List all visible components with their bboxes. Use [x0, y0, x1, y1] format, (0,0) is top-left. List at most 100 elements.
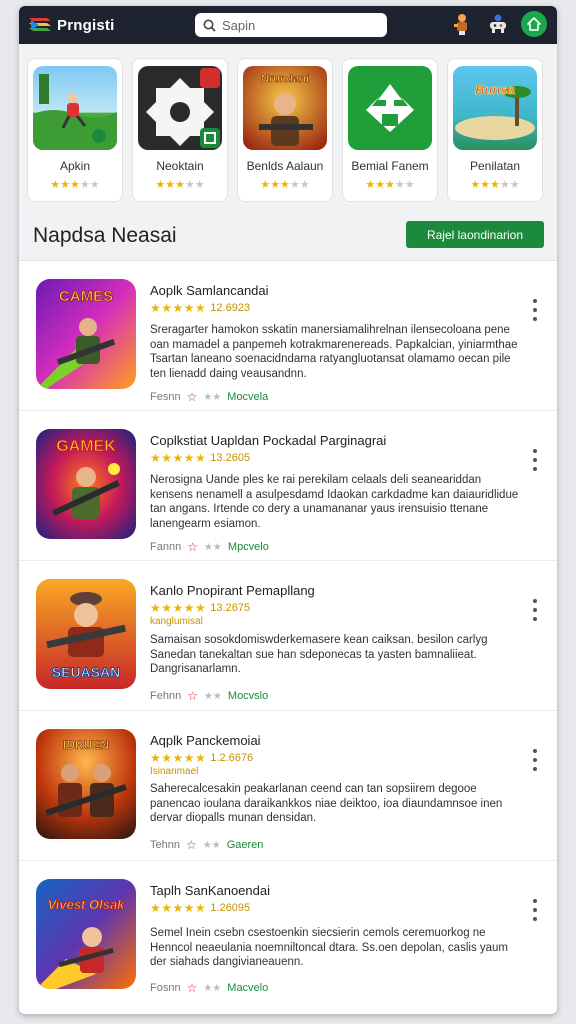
- top-bar: Prngisti: [19, 6, 557, 44]
- rating-stars: ★★★★★: [150, 301, 207, 315]
- app-window: Prngisti Sapin Apkin ★★★★★ Neoktain ★★★★…: [19, 6, 557, 1014]
- search-input[interactable]: [222, 17, 372, 33]
- more-options-icon[interactable]: [531, 599, 539, 621]
- app-subtitle: Isinanmael: [150, 766, 199, 777]
- app-icon: Vivest Olsak: [36, 879, 136, 989]
- featured-icon-text: Bunsa: [475, 82, 515, 97]
- meta-label: Fesnn: [150, 391, 181, 403]
- section-action-button[interactable]: Rajel laondinarion: [406, 221, 544, 248]
- meta-label: Fehnn: [150, 690, 182, 702]
- more-options-icon[interactable]: [531, 749, 539, 771]
- app-icon: GAMEK: [36, 429, 136, 539]
- rating-stars: ★★★★★: [150, 601, 207, 615]
- app-subtitle: kanglumisal: [150, 616, 203, 627]
- app-rating: ★★★★★ 1.2.6676: [150, 751, 253, 765]
- app-icon-text: SEUASAN: [52, 664, 120, 680]
- more-options-icon[interactable]: [531, 449, 539, 471]
- featured-card[interactable]: Bunsa Penilatan ★★★★★: [447, 58, 543, 202]
- list-item[interactable]: GAMEK Coplkstiat Uapldan Pockadal Pargin…: [19, 411, 557, 561]
- app-description: Nerosigna Uande ples ke rai perekilam ce…: [150, 474, 519, 530]
- controller-icon[interactable]: [485, 11, 511, 37]
- character-icon[interactable]: [449, 11, 475, 37]
- rating-score: 1.2.6676: [210, 752, 254, 764]
- app-icon-text: GAMEK: [56, 438, 116, 455]
- rating-score: 12.6923: [210, 302, 251, 314]
- app-meta: Tehnn ☆ ★★ Gaeren: [150, 838, 263, 852]
- meta-tag: Gaeren: [226, 839, 264, 851]
- app-icon-text: IDRUEN: [63, 738, 109, 752]
- home-icon: [527, 17, 541, 31]
- featured-app-name: Bemial Fanem: [351, 159, 429, 173]
- featured-card[interactable]: Nrundani Benlds Aalaun ★★★★★: [237, 58, 333, 202]
- rating-mini-stars: ★★: [202, 839, 221, 851]
- featured-app-name: Apkin: [59, 159, 91, 173]
- featured-app-name: Benlds Aalaun: [246, 159, 324, 173]
- meta-tag: Mocvela: [227, 391, 269, 403]
- more-options-icon[interactable]: [531, 899, 539, 921]
- list-item[interactable]: CAMES Aoplk Samlancandai ★★★★★ 12.6923 S…: [19, 261, 557, 411]
- featured-app-name: Penilatan: [469, 159, 521, 173]
- featured-app-icon: [33, 66, 117, 150]
- app-logo-icon: [29, 18, 51, 31]
- app-title: Taplh SanKanoendai: [150, 883, 270, 898]
- featured-app-icon: [138, 66, 222, 150]
- featured-app-icon: Nrundani: [243, 66, 327, 150]
- meta-label: Tehnn: [150, 839, 180, 851]
- search-icon: [203, 19, 216, 32]
- app-title: Aoplk Samlancandai: [150, 283, 269, 298]
- featured-row: Apkin ★★★★★ Neoktain ★★★★★ Nrundani Benl…: [27, 58, 543, 202]
- app-meta: Fehnn ☆ ★★ Mocvslo: [150, 689, 268, 703]
- app-meta: Fosnn ☆ ★★ Macvelo: [150, 981, 268, 995]
- featured-card[interactable]: Neoktain ★★★★★: [132, 58, 228, 202]
- meta-tag: Mpcvelo: [227, 541, 269, 553]
- app-rating: ★★★★★ 13.2605: [150, 451, 250, 465]
- featured-app-name: Neoktain: [156, 159, 204, 173]
- rating-mini-stars: ★★: [203, 541, 222, 553]
- list-item[interactable]: SEUASAN Kanlo Pnopirant Pemapllang ★★★★★…: [19, 561, 557, 711]
- rating-stars: ★★★★★: [150, 901, 207, 915]
- list-item[interactable]: Vivest Olsak Taplh SanKanoendai ★★★★★ 1.…: [19, 861, 557, 1011]
- meta-tag: Macvelo: [227, 982, 269, 994]
- app-rating: ★★★★★ 1.26095: [150, 901, 250, 915]
- app-rating: ★★★★★ 13.2675: [150, 601, 250, 615]
- rating-mini-stars: ★★: [203, 391, 222, 403]
- meta-label: Fannn: [150, 541, 182, 553]
- rating-score: 13.2605: [210, 452, 251, 464]
- featured-card[interactable]: Apkin ★★★★★: [27, 58, 123, 202]
- app-icon-text: CAMES: [59, 288, 113, 305]
- favorite-star-icon[interactable]: ☆: [187, 390, 198, 404]
- app-list: CAMES Aoplk Samlancandai ★★★★★ 12.6923 S…: [19, 261, 557, 1011]
- app-title: Kanlo Pnopirant Pemapllang: [150, 583, 315, 598]
- featured-rating-stars: ★★★★★: [50, 179, 100, 191]
- list-item[interactable]: IDRUEN Aqplk Panckemoiai ★★★★★ 1.2.6676 …: [19, 711, 557, 861]
- featured-card[interactable]: Bemial Fanem ★★★★★: [342, 58, 438, 202]
- meta-label: Fosnn: [150, 982, 181, 994]
- rating-mini-stars: ★★: [203, 982, 222, 994]
- featured-rating-stars: ★★★★★: [365, 179, 415, 191]
- app-icon: SEUASAN: [36, 579, 136, 689]
- search-bar[interactable]: [195, 13, 387, 37]
- app-icon: IDRUEN: [36, 729, 136, 839]
- rating-stars: ★★★★★: [150, 751, 207, 765]
- rating-mini-stars: ★★: [203, 690, 222, 702]
- rating-stars: ★★★★★: [150, 451, 207, 465]
- app-title: Aqplk Panckemoiai: [150, 733, 261, 748]
- more-options-icon[interactable]: [531, 299, 539, 321]
- favorite-star-icon[interactable]: ☆: [186, 838, 197, 852]
- favorite-star-icon[interactable]: ☆: [187, 540, 198, 554]
- featured-rating-stars: ★★★★★: [260, 179, 310, 191]
- featured-rating-stars: ★★★★★: [155, 179, 205, 191]
- favorite-star-icon[interactable]: ☆: [187, 981, 198, 995]
- app-title: Coplkstiat Uapldan Pockadal Parginagrai: [150, 433, 387, 448]
- app-rating: ★★★★★ 12.6923: [150, 301, 250, 315]
- home-button[interactable]: [521, 11, 547, 37]
- app-description: Samaisan sosokdomiswderkemasere kean cai…: [150, 634, 488, 675]
- app-title: Prngisti: [57, 16, 115, 34]
- app-icon-text: Vivest Olsak: [48, 897, 126, 912]
- meta-tag: Mocvslo: [227, 690, 269, 702]
- favorite-star-icon[interactable]: ☆: [187, 689, 198, 703]
- section-title: Napdsa Neasai: [33, 224, 177, 247]
- app-description: Semel Inein csebn csestoenkin siecsierin…: [150, 927, 509, 968]
- app-logo[interactable]: Prngisti: [29, 16, 114, 34]
- top-actions: [449, 11, 547, 37]
